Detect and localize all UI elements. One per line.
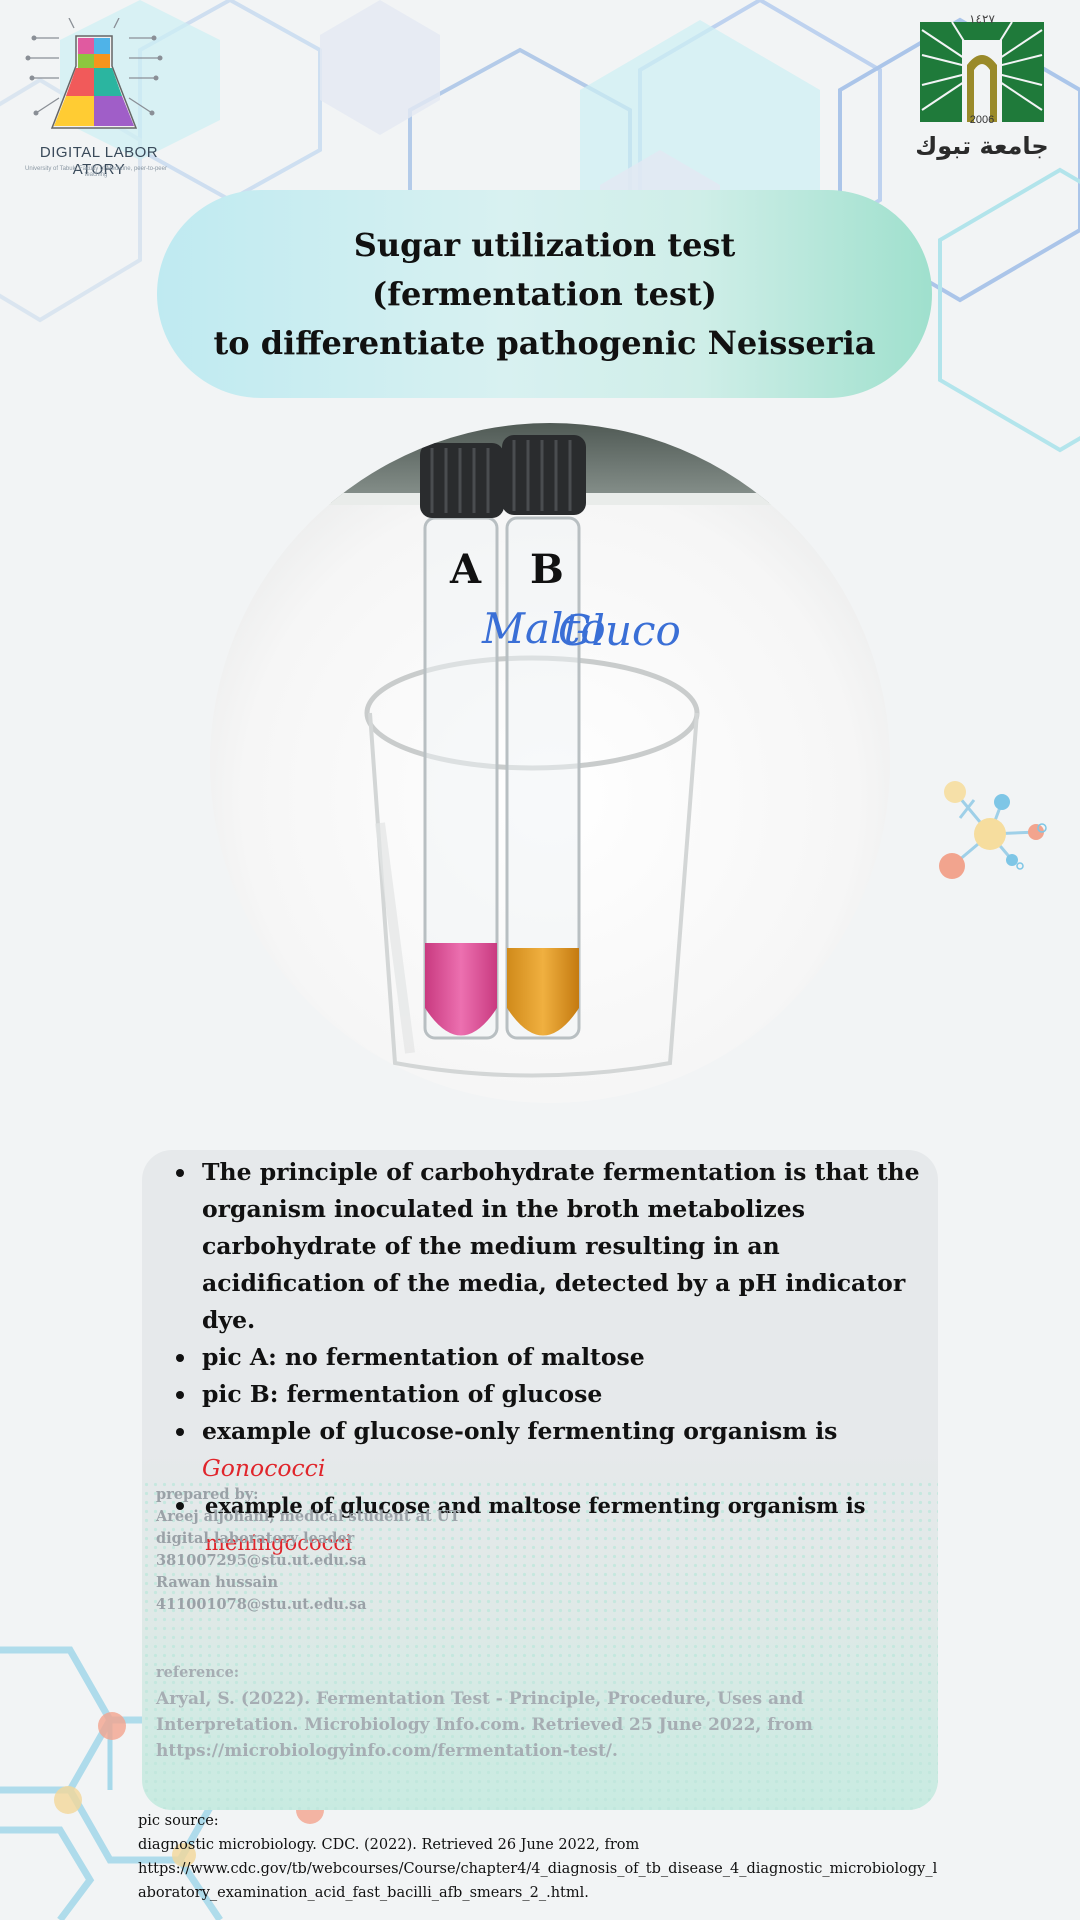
- prepared-by-section: prepared by: Areej aljohani, medical stu…: [156, 1484, 460, 1616]
- flask-circuit-icon: [25, 17, 163, 129]
- digital-laboratory-logo: DIGITAL LABOR ATORY University of Tabuk,…: [14, 17, 174, 178]
- title-banner: Sugar utilization test (fermentation tes…: [157, 190, 932, 398]
- molecule-icon: [939, 781, 1047, 879]
- reference-label: reference:: [156, 1664, 240, 1681]
- prepared-line-2: digital laboratory leader: [156, 1530, 355, 1547]
- content-panel: The principle of carbohydrate fermentati…: [142, 1150, 938, 1810]
- reference-text: Aryal, S. (2022). Fermentation Test - Pr…: [156, 1689, 813, 1761]
- hijri-year: ١٤٢٧: [969, 12, 995, 26]
- bullet-glucose-only-text: example of glucose-only fermenting organ…: [202, 1417, 838, 1445]
- pic-source-label: pic source:: [138, 1813, 219, 1829]
- bullet-pic-b: pic B: fermentation of glucose: [176, 1376, 922, 1413]
- pic-source-line-2: https://www.cdc.gov/tb/webcourses/Course…: [138, 1861, 938, 1901]
- reference-section: reference: Aryal, S. (2022). Fermentatio…: [156, 1662, 916, 1764]
- bullet-principle: The principle of carbohydrate fermentati…: [176, 1154, 922, 1339]
- test-tubes-illustration: Malto Gluco A B: [210, 423, 890, 1103]
- tube-a-label: A: [449, 546, 482, 593]
- founding-year: 2006: [969, 114, 995, 126]
- title-line-3: to differentiate pathogenic Neisseria: [213, 323, 876, 362]
- prepared-line-1: Areej aljohani, medical student at UT: [156, 1508, 461, 1525]
- pic-source-line-1: diagnostic microbiology. CDC. (2022). Re…: [138, 1837, 640, 1853]
- prepared-line-5: 411001078@stu.ut.edu.sa: [156, 1596, 367, 1613]
- prepared-line-4: Rawan hussain: [156, 1574, 279, 1591]
- bullet-pic-a: pic A: no fermentation of maltose: [176, 1339, 922, 1376]
- university-emblem-icon: [920, 21, 1044, 122]
- title-line-1: Sugar utilization test: [353, 225, 736, 264]
- university-name: جامعة تبوك: [915, 132, 1049, 160]
- gonococci-text: Gonococci: [202, 1454, 326, 1482]
- tube-b-handwriting: Gluco: [558, 606, 681, 655]
- bullet-glucose-only: example of glucose-only fermenting organ…: [176, 1413, 922, 1487]
- prepared-label: prepared by:: [156, 1486, 259, 1503]
- university-of-tabuk-logo: ١٤٢٧ 2006 جامعة تبوك: [912, 10, 1052, 160]
- test-tubes-photo: Malto Gluco A B: [210, 423, 890, 1103]
- pic-source-section: pic source: diagnostic microbiology. CDC…: [138, 1809, 938, 1905]
- prepared-line-3: 381007295@stu.ut.edu.sa: [156, 1552, 367, 1569]
- tube-b-label: B: [530, 546, 564, 593]
- lab-logo-subtitle: University of Tabuk, Faculty of Medicine…: [25, 166, 167, 178]
- title-line-2: (fermentation test): [372, 274, 717, 313]
